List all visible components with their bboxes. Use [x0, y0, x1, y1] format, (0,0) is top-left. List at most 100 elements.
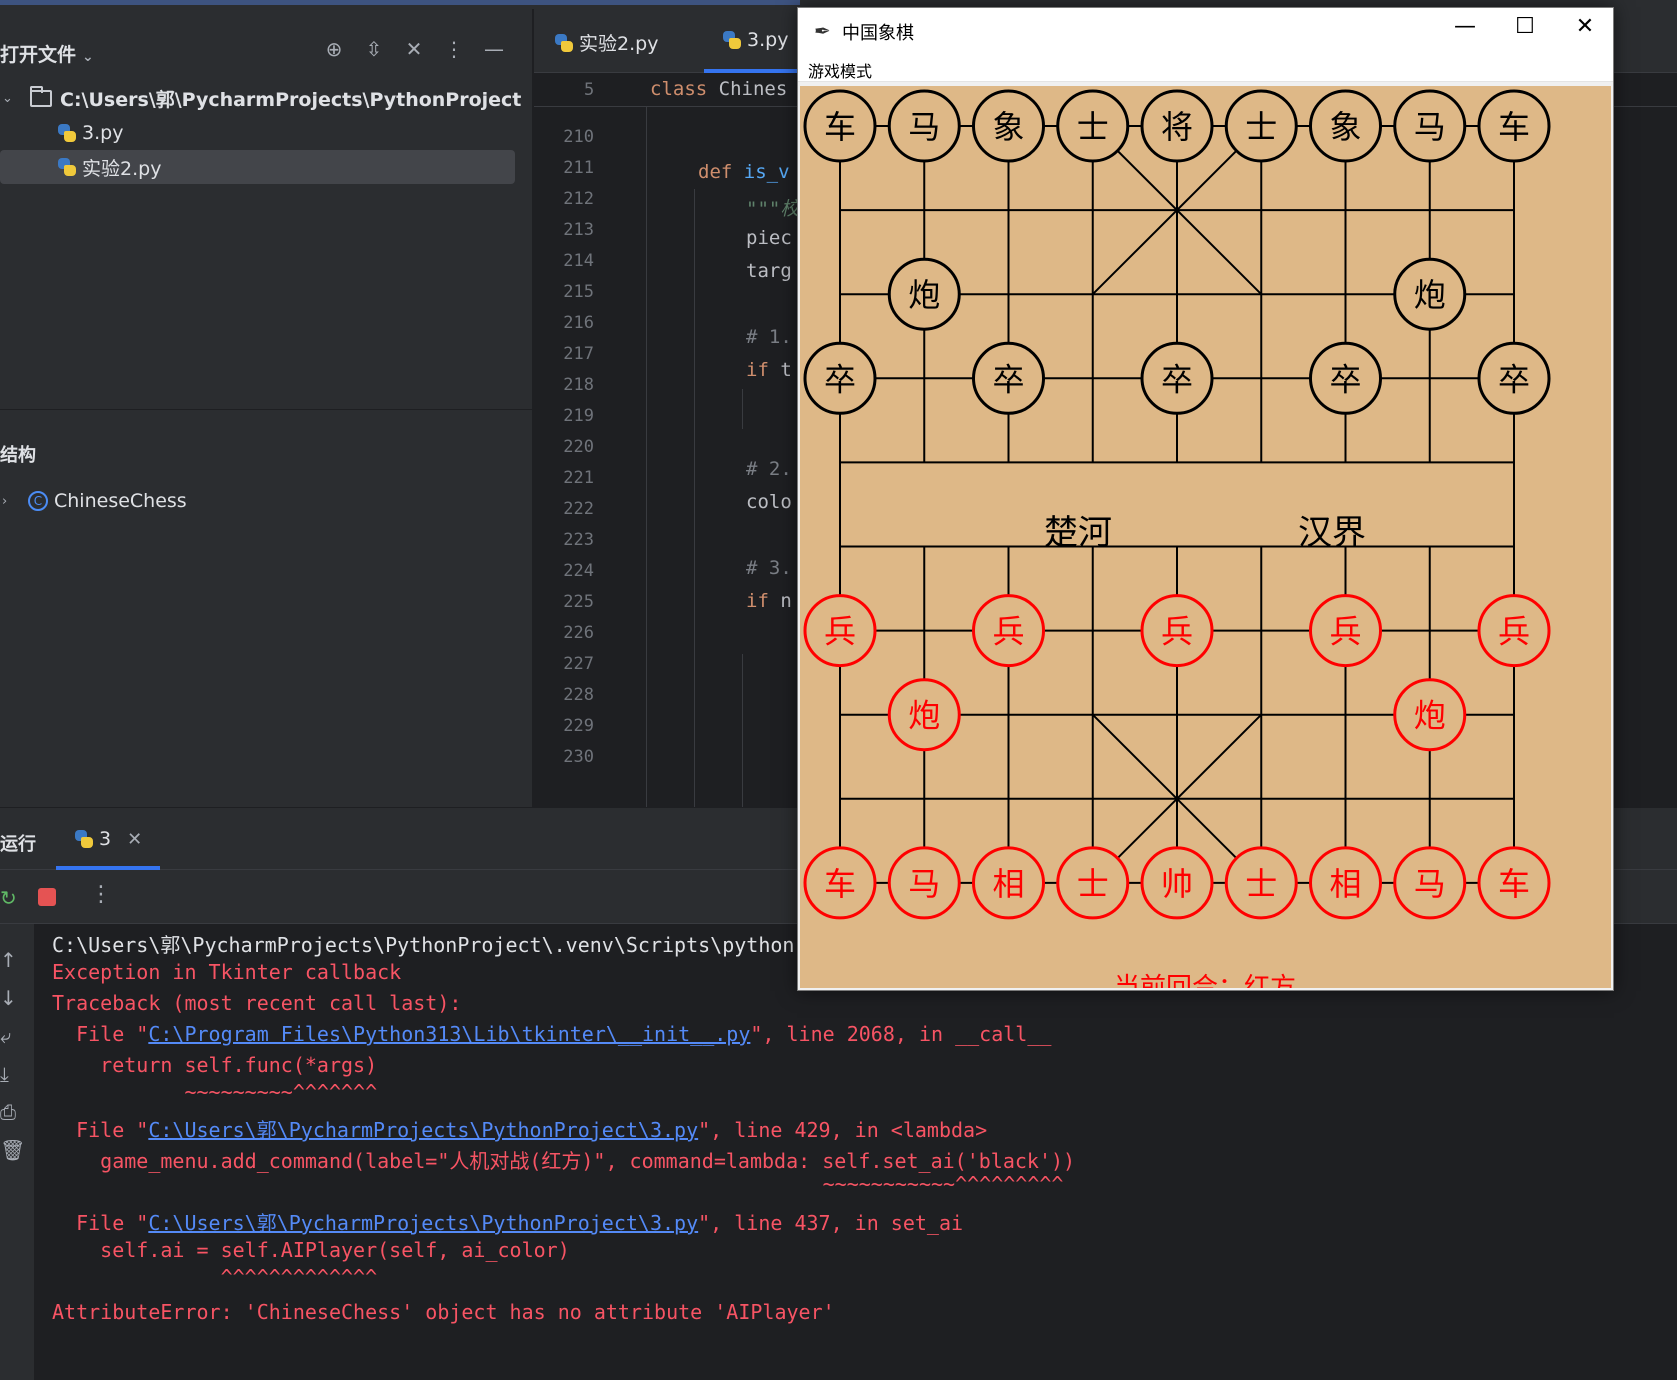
red-piece[interactable]: 兵: [1309, 594, 1382, 668]
menu-game-mode[interactable]: 游戏模式: [808, 58, 872, 82]
window-titlebar[interactable]: ✒ 中国象棋 — ☐ ✕: [798, 8, 1613, 52]
black-piece[interactable]: 象: [1309, 89, 1382, 163]
red-piece[interactable]: 兵: [1140, 594, 1214, 668]
piece-label: 炮: [908, 276, 940, 314]
console-line: Traceback (most recent call last):: [52, 991, 462, 1015]
console-line: ~~~~~~~~~~~^^^^^^^^^: [52, 1172, 1064, 1196]
red-piece[interactable]: 帅: [1140, 846, 1214, 920]
code-line-217: if t: [746, 359, 792, 381]
line-number: 220: [563, 437, 594, 457]
chess-window: ✒ 中国象棋 — ☐ ✕ 游戏模式 楚河 汉界 车马象士将士象马车炮炮卒卒卒卒卒…: [797, 7, 1614, 991]
piece-label: 车: [1498, 865, 1530, 903]
piece-label: 象: [1329, 108, 1361, 146]
red-piece[interactable]: 兵: [803, 594, 877, 668]
black-piece[interactable]: 炮: [1393, 257, 1467, 331]
piece-label: 兵: [1329, 613, 1361, 651]
piece-label: 士: [1077, 865, 1109, 903]
piece-label: 兵: [824, 613, 856, 651]
structure-title: 结构: [0, 445, 36, 466]
black-piece[interactable]: 马: [1393, 89, 1467, 163]
red-piece[interactable]: 相: [972, 846, 1045, 920]
turn-status: 当前回合：红方: [1114, 973, 1296, 988]
piece-label: 相: [1329, 865, 1361, 903]
piece-label: 象: [992, 108, 1024, 146]
expand-all-icon[interactable]: ⇳: [363, 37, 385, 61]
black-piece[interactable]: 卒: [972, 341, 1045, 415]
black-piece[interactable]: 车: [1477, 89, 1551, 163]
print-icon[interactable]: ⎙: [0, 1100, 16, 1124]
black-piece[interactable]: 象: [972, 89, 1045, 163]
project-panel: 打开文件 ⌄ ⊕ ⇳ ✕ ⋮ — ⌄ C:\Users\郭\PycharmProj…: [0, 9, 533, 807]
scroll-down-icon[interactable]: ↓: [0, 986, 17, 1010]
feather-icon: ✒: [814, 19, 831, 43]
scroll-up-icon[interactable]: ↑: [0, 948, 17, 972]
black-piece[interactable]: 卒: [1309, 341, 1382, 415]
maximize-icon[interactable]: ☐: [1500, 14, 1550, 39]
line-number: 229: [563, 716, 594, 736]
red-piece[interactable]: 马: [887, 846, 961, 920]
clear-all-icon[interactable]: 🗑: [0, 1138, 25, 1162]
tree-root-folder[interactable]: ⌄ C:\Users\郭\PycharmProjects\PythonProje…: [0, 81, 533, 115]
collapse-all-icon[interactable]: ✕: [403, 37, 425, 61]
black-piece[interactable]: 将: [1140, 89, 1214, 163]
code-line-221: colo: [746, 491, 792, 513]
more-options-icon[interactable]: ⋮: [443, 37, 465, 61]
red-piece[interactable]: 士: [1224, 846, 1298, 920]
black-piece[interactable]: 卒: [1140, 341, 1214, 415]
scroll-to-end-icon[interactable]: ⤓: [0, 1062, 9, 1086]
piece-label: 卒: [992, 360, 1024, 398]
red-piece[interactable]: 士: [1056, 846, 1130, 920]
rerun-icon[interactable]: ↻: [0, 886, 18, 910]
black-piece[interactable]: 车: [803, 89, 877, 163]
black-piece[interactable]: 炮: [887, 257, 961, 331]
stop-button[interactable]: [38, 888, 56, 906]
black-piece[interactable]: 卒: [803, 341, 877, 415]
line-number: 224: [563, 561, 594, 581]
structure-class-item[interactable]: › C ChineseChess: [0, 484, 533, 518]
tab-3py[interactable]: 3.py: [722, 29, 788, 51]
console-side-toolbar: ↑ ↓ ⤶ ⤓ ⎙ 🗑: [0, 924, 34, 1380]
tab-shiyan2[interactable]: 实验2.py: [554, 29, 658, 56]
close-icon[interactable]: ✕: [127, 829, 142, 850]
red-piece[interactable]: 车: [1477, 846, 1551, 920]
red-piece[interactable]: 炮: [887, 678, 961, 752]
code-line-212: """校: [746, 198, 800, 220]
black-piece[interactable]: 卒: [1477, 341, 1551, 415]
piece-label: 士: [1245, 108, 1277, 146]
console-line: File "C:\Program Files\Python313\Lib\tki…: [52, 1022, 1052, 1046]
tree-file-item-selected[interactable]: 实验2.py: [0, 150, 515, 184]
piece-label: 车: [1498, 108, 1530, 146]
soft-wrap-icon[interactable]: ⤶: [0, 1024, 11, 1048]
chess-board[interactable]: 楚河 汉界 车马象士将士象马车炮 炮卒卒卒卒卒兵兵兵兵兵炮 炮车马相士帅士相马车 当…: [800, 86, 1611, 988]
red-piece[interactable]: 炮: [1393, 678, 1467, 752]
code-line-213: piec: [746, 227, 792, 249]
piece-label: 车: [824, 865, 856, 903]
red-piece[interactable]: 相: [1309, 846, 1382, 920]
black-piece[interactable]: 马: [887, 89, 961, 163]
black-piece[interactable]: 士: [1056, 89, 1130, 163]
piece-label: 士: [1077, 108, 1109, 146]
line-number: 219: [563, 406, 594, 426]
hide-panel-icon[interactable]: —: [483, 37, 505, 61]
root-path-label: C:\Users\郭\PycharmProjects\PythonProject: [60, 88, 522, 111]
chevron-right-icon[interactable]: ›: [2, 494, 7, 509]
chevron-down-icon[interactable]: ⌄: [2, 91, 13, 106]
locate-icon[interactable]: ⊕: [323, 37, 345, 61]
red-piece[interactable]: 兵: [972, 594, 1045, 668]
piece-label: 卒: [1498, 360, 1530, 398]
more-options-icon[interactable]: ⋮: [90, 882, 112, 907]
red-piece[interactable]: 马: [1393, 846, 1467, 920]
close-icon[interactable]: ✕: [1560, 14, 1610, 39]
console-line: game_menu.add_command(label="人机对战(红方)", …: [52, 1149, 1076, 1173]
red-piece[interactable]: 兵: [1477, 594, 1551, 668]
file-link[interactable]: C:\Program Files\Python313\Lib\tkinter\_…: [148, 1022, 750, 1046]
project-view-selector[interactable]: 打开文件 ⌄: [0, 40, 94, 67]
file-link[interactable]: C:\Users\郭\PycharmProjects\PythonProject…: [148, 1211, 698, 1235]
minimize-icon[interactable]: —: [1440, 14, 1490, 39]
run-tab[interactable]: 3 ✕: [74, 828, 142, 850]
tree-file-item[interactable]: 3.py: [0, 116, 533, 150]
file-link[interactable]: C:\Users\郭\PycharmProjects\PythonProject…: [148, 1118, 698, 1142]
black-piece[interactable]: 士: [1224, 89, 1298, 163]
menubar: 游戏模式: [798, 52, 1613, 82]
red-piece[interactable]: 车: [803, 846, 877, 920]
